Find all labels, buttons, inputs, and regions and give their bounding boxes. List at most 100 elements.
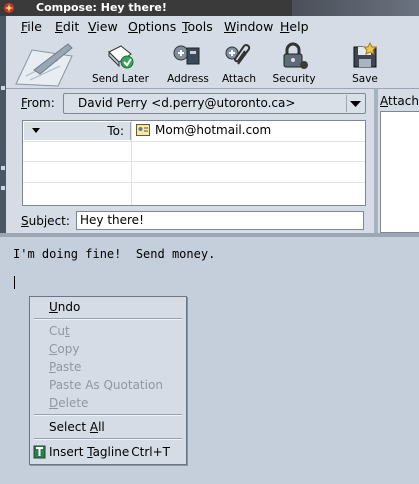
menubar: File Edit View Options Tools Window Help (6, 16, 419, 38)
window-title: Compose: Hey there! (36, 1, 167, 14)
menu-file-label: ile (27, 19, 42, 34)
send-later-icon (108, 45, 134, 69)
recipient-type-select[interactable]: To: (24, 122, 131, 140)
menu-item-delete[interactable]: Delete (30, 394, 186, 412)
address-label: Address (167, 73, 209, 85)
menu-window-mnemonic: W (224, 19, 237, 34)
menu-help-label: elp (289, 19, 309, 34)
menu-help-mnemonic: H (280, 19, 290, 34)
attachments-label-text: ttachments: (388, 94, 419, 108)
send-later-button[interactable]: Send Later (92, 38, 149, 88)
recipient-type-label: To: (107, 124, 124, 138)
menu-window[interactable]: Window (224, 19, 273, 34)
menu-view[interactable]: View (88, 19, 118, 34)
chevron-down-icon[interactable] (346, 95, 364, 112)
menu-item-delete-label: Delete (49, 396, 88, 410)
desktop-edge-mark (1, 186, 5, 190)
floppy-icon (353, 42, 378, 68)
recipient-row-empty[interactable] (23, 183, 365, 203)
app-icon[interactable] (3, 2, 15, 14)
menu-item-select-all-label: Select All (49, 420, 105, 434)
menu-item-insert-tagline[interactable]: Insert Tagline Ctrl+T (30, 443, 186, 461)
select-all-mnemonic: A (89, 420, 99, 434)
menu-edit[interactable]: Edit (55, 19, 79, 34)
attach-button[interactable]: Attach (218, 38, 260, 88)
insert-tagline-label-rest: agline (92, 445, 130, 459)
attachments-label-mnemonic: A (380, 94, 388, 108)
paperclip-icon (225, 44, 251, 65)
save-button[interactable]: Save (344, 38, 386, 88)
undo-label-text: ndo (57, 300, 81, 314)
from-select-value: David Perry <d.perry@utoronto.ca> (78, 96, 296, 110)
select-all-label-pre: Select (49, 420, 90, 434)
address-button[interactable]: Address (165, 38, 211, 88)
recipient-address-text: Mom@hotmail.com (155, 123, 272, 137)
send-later-label: Send Later (92, 73, 149, 85)
from-label-text: rom: (27, 96, 55, 110)
recipient-row-empty[interactable] (23, 141, 365, 162)
menu-help[interactable]: Help (280, 19, 309, 34)
delete-mnemonic: D (49, 396, 59, 410)
column-separator (131, 121, 132, 205)
from-select[interactable]: David Perry <d.perry@utoronto.ca> (63, 93, 366, 114)
subject-label-text: ubject: (28, 214, 70, 228)
menu-item-paste-as-quotation-label: Paste As Quotation (49, 378, 163, 392)
menu-item-copy-label: Copy (49, 342, 79, 356)
menu-options-label: ptions (137, 19, 177, 34)
tagline-icon (33, 445, 46, 459)
menu-edit-label: dit (62, 19, 80, 34)
menu-separator (34, 318, 182, 320)
attachments-list[interactable] (380, 111, 419, 233)
delete-label-text: elete (58, 396, 89, 410)
cut-label-text: Cu (49, 324, 65, 338)
cut-mnemonic: t (64, 324, 70, 338)
subject-input[interactable]: Hey there! (76, 211, 364, 230)
menu-item-undo[interactable]: Undo (30, 298, 186, 316)
select-all-label-rest: ll (98, 420, 105, 434)
menu-view-label: iew (96, 19, 118, 34)
security-button[interactable]: Security (271, 38, 317, 88)
background-window-strip (292, 0, 419, 16)
menu-item-cut[interactable]: Cut (30, 322, 186, 340)
attach-label: Attach (221, 73, 257, 85)
save-label: Save (352, 73, 378, 85)
desktop-edge-mark (1, 166, 5, 170)
menu-item-paste[interactable]: Paste (30, 358, 186, 376)
subject-label: Subject: (21, 214, 70, 228)
menu-window-label: indow (236, 19, 274, 34)
recipient-row[interactable]: To: Mom@hotmail.com (23, 121, 365, 142)
copy-label-text: opy (57, 342, 80, 356)
menu-file[interactable]: File (21, 19, 42, 34)
contact-card-icon (136, 124, 150, 136)
menu-item-select-all[interactable]: Select All (30, 418, 186, 436)
subject-value: Hey there! (80, 213, 144, 227)
menu-tools-label: ools (187, 19, 213, 34)
message-body-text[interactable]: I'm doing fine! Send money. (13, 247, 215, 261)
recipient-address[interactable]: Mom@hotmail.com (136, 123, 271, 137)
menu-tools[interactable]: Tools (182, 19, 213, 34)
menu-separator (34, 438, 182, 440)
menu-item-undo-label: Undo (49, 300, 80, 314)
window-titlebar[interactable]: Compose: Hey there! (0, 0, 419, 16)
subject-label-mnemonic: S (21, 214, 29, 228)
menu-options-mnemonic: O (128, 19, 138, 34)
text-caret (14, 276, 15, 289)
menu-item-paste-label: Paste (49, 360, 81, 374)
security-label: Security (272, 73, 316, 85)
menu-item-paste-as-quotation[interactable]: Paste As Quotation (30, 376, 186, 394)
menu-item-copy[interactable]: Copy (30, 340, 186, 358)
menu-item-cut-label: Cut (49, 324, 70, 338)
menu-options[interactable]: Options (128, 19, 176, 34)
address-book-icon (173, 45, 200, 65)
menu-edit-mnemonic: E (55, 19, 63, 34)
attachments-label: Attachments: (380, 94, 419, 108)
recipient-row-empty[interactable] (23, 162, 365, 183)
paste-mnemonic: P (49, 360, 56, 374)
triangle-down-icon (32, 128, 40, 133)
recipient-list[interactable]: To: Mom@hotmail.com (22, 120, 366, 206)
from-label: From: (21, 96, 55, 110)
padlock-icon (283, 42, 308, 69)
context-menu: Undo Cut Copy Paste Paste As Quotation D… (29, 296, 187, 465)
menu-separator (34, 414, 182, 416)
insert-tagline-label-pre: Insert (49, 445, 88, 459)
